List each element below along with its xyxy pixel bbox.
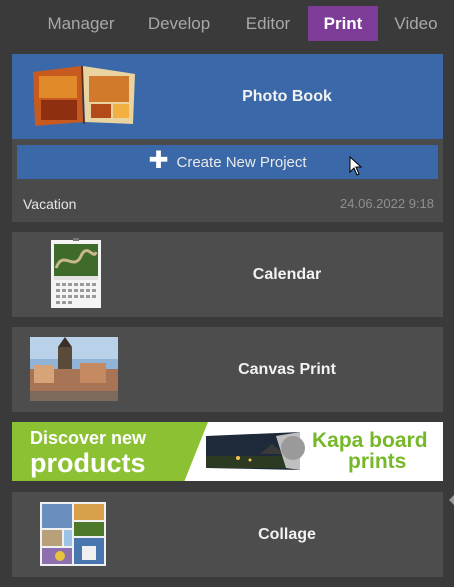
canvas-print-thumbnail <box>30 337 118 401</box>
kapa-board-photo <box>200 430 305 474</box>
project-row[interactable]: Vacation 24.06.2022 9:18 <box>12 188 443 218</box>
tab-manager[interactable]: Manager <box>36 6 126 41</box>
banner-subheadline: products <box>30 448 146 478</box>
create-new-project-label: Create New Project <box>176 153 307 171</box>
banner-product-type: prints <box>348 450 407 473</box>
project-name: Vacation <box>23 196 77 212</box>
photo-book-label: Photo Book <box>242 88 332 105</box>
mouse-cursor-icon <box>349 155 363 181</box>
tab-editor[interactable]: Editor <box>234 6 302 41</box>
scroll-arrow-icon[interactable] <box>449 495 454 505</box>
canvas-print-label: Canvas Print <box>238 361 336 378</box>
calendar-card[interactable]: Calendar <box>12 232 443 317</box>
tab-video[interactable]: Video <box>386 6 446 41</box>
print-module: Manager Develop Editor Print Video Photo… <box>0 0 454 587</box>
module-tab-bar: Manager Develop Editor Print Video <box>0 0 454 45</box>
calendar-thumbnail <box>50 238 102 310</box>
photo-book-header[interactable]: Photo Book <box>12 54 443 139</box>
photo-book-card: Photo Book ✚ Create New Project Vacation… <box>12 54 443 222</box>
discover-products-banner[interactable]: Discover new products Kapa board prints <box>12 422 443 481</box>
canvas-print-card[interactable]: Canvas Print <box>12 327 443 412</box>
banner-headline: Discover new <box>30 428 147 448</box>
collage-thumbnail <box>40 502 106 566</box>
tab-develop[interactable]: Develop <box>138 6 220 41</box>
project-date: 24.06.2022 9:18 <box>340 196 434 211</box>
tab-print[interactable]: Print <box>308 6 378 41</box>
calendar-label: Calendar <box>252 266 322 283</box>
create-new-project-button[interactable]: ✚ Create New Project <box>17 145 438 179</box>
banner-product-name: Kapa board <box>312 429 428 452</box>
photo-book-thumbnail <box>23 64 143 129</box>
plus-icon: ✚ <box>148 147 169 174</box>
collage-card[interactable]: Collage <box>12 492 443 577</box>
collage-label: Collage <box>258 526 316 543</box>
